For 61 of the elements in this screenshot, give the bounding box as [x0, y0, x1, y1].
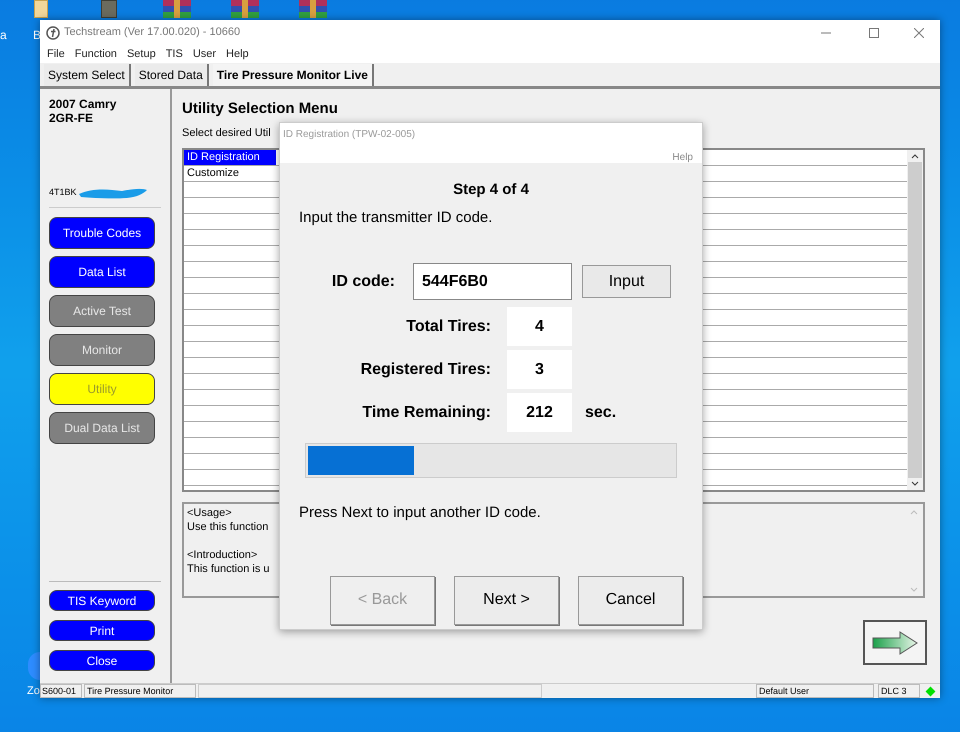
input-button[interactable]: Input: [582, 265, 671, 298]
note-text: Press Next to input another ID code.: [299, 503, 541, 523]
desktop-icon-label: a: [0, 27, 7, 44]
function-button[interactable]: Trouble Codes: [49, 217, 155, 249]
menu-item[interactable]: Function: [74, 46, 117, 62]
instruction-text: Select desired Util: [182, 126, 271, 140]
list-item[interactable]: Customize: [184, 166, 276, 181]
archive-icon[interactable]: [163, 0, 191, 18]
step-title: Step 4 of 4: [453, 180, 529, 200]
maximize-icon[interactable]: [869, 28, 879, 38]
menu-item[interactable]: File: [47, 46, 65, 62]
id-code-field[interactable]: 544F6B0: [413, 263, 572, 300]
right-arrow-icon: [872, 630, 918, 654]
vehicle-model: 2007 Camry: [49, 97, 118, 111]
field-label: Total Tires:: [405, 316, 491, 336]
window-title: Techstream (Ver 17.00.020) - 10660: [64, 25, 240, 40]
archive-icon[interactable]: [231, 0, 259, 18]
status-port: DLC 3: [878, 684, 920, 698]
value-box: 3: [507, 350, 572, 389]
help-link[interactable]: Help: [672, 150, 693, 165]
function-button[interactable]: Data List: [49, 256, 155, 288]
tab[interactable]: System Select: [44, 64, 131, 86]
engine-code: 2GR-FE: [49, 111, 94, 125]
image-icon[interactable]: [101, 0, 117, 18]
value-box: 4: [507, 307, 572, 346]
archive-icon[interactable]: [299, 0, 327, 18]
sidebar-action-button[interactable]: Close: [49, 650, 155, 671]
sidebar-action-button[interactable]: Print: [49, 620, 155, 641]
field-label: Registered Tires:: [360, 360, 491, 380]
value-box: 212: [507, 393, 572, 432]
file-icon[interactable]: [34, 0, 48, 18]
menu-item[interactable]: Help: [226, 46, 249, 62]
close-icon[interactable]: [914, 28, 924, 38]
wizard-button[interactable]: Next >: [454, 576, 559, 624]
sidebar-action-button[interactable]: TIS Keyword: [49, 590, 155, 611]
description-text: This function is u: [187, 562, 270, 576]
list-item[interactable]: ID Registration: [184, 150, 276, 165]
unit-label: sec.: [585, 402, 616, 422]
menu-item[interactable]: Setup: [126, 46, 156, 62]
scrollbar[interactable]: [907, 150, 923, 490]
field-label: ID code:: [330, 272, 395, 292]
desktop-icon-label: B: [33, 27, 42, 44]
vin-text: 4T1BK: [49, 186, 77, 200]
dialog-title: ID Registration (TPW-02-005): [283, 128, 416, 142]
desktop-icon-label: Zo: [27, 684, 40, 699]
page-heading: Utility Selection Menu: [182, 99, 339, 119]
menu-item[interactable]: TIS: [166, 46, 183, 62]
description-heading: <Introduction>: [187, 548, 258, 562]
tab[interactable]: Stored Data: [134, 64, 209, 86]
status-cell: S600-01: [40, 684, 82, 698]
next-arrow-button[interactable]: [863, 620, 927, 665]
menu-item[interactable]: User: [192, 46, 216, 62]
tab[interactable]: Tire Pressure Monitor Live: [212, 64, 374, 86]
wizard-button[interactable]: Cancel: [578, 576, 683, 624]
app-logo-icon: [46, 26, 60, 40]
prompt-text: Input the transmitter ID code.: [299, 208, 492, 228]
description-text: Use this function: [187, 520, 268, 534]
description-heading: <Usage>: [187, 506, 232, 520]
field-label: Time Remaining:: [361, 402, 491, 422]
status-user: Default User: [756, 684, 874, 698]
status-cell: Tire Pressure Monitor: [84, 684, 196, 698]
